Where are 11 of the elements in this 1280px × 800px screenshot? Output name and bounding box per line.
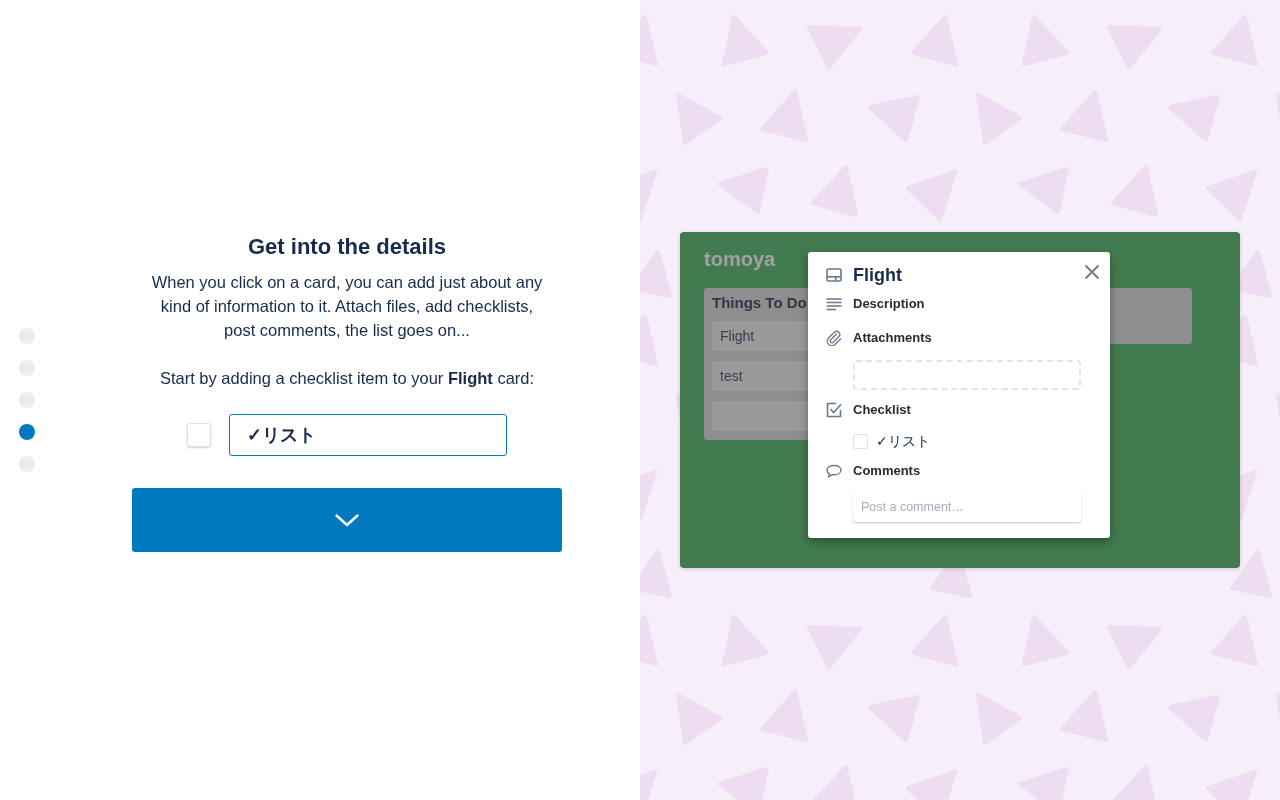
card-title: Flight (853, 264, 902, 286)
list-title: Things To Do (712, 293, 807, 313)
board-title: tomoya (704, 247, 776, 272)
checklist-item-text: ✓リスト (876, 432, 930, 451)
step-prompt: Start by adding a checklist item to your Flight card: (159, 368, 535, 389)
step-title: Get into the details (248, 233, 446, 261)
section-heading: Comments (853, 463, 921, 479)
section-heading: Description (853, 296, 925, 312)
section-heading: Checklist (853, 402, 911, 418)
section-heading: Attachments (853, 330, 932, 346)
step-description: When you click on a card, you can add just about any kind of information to it. Attach files, add checklists, post comments, the list goes on... (150, 272, 544, 341)
